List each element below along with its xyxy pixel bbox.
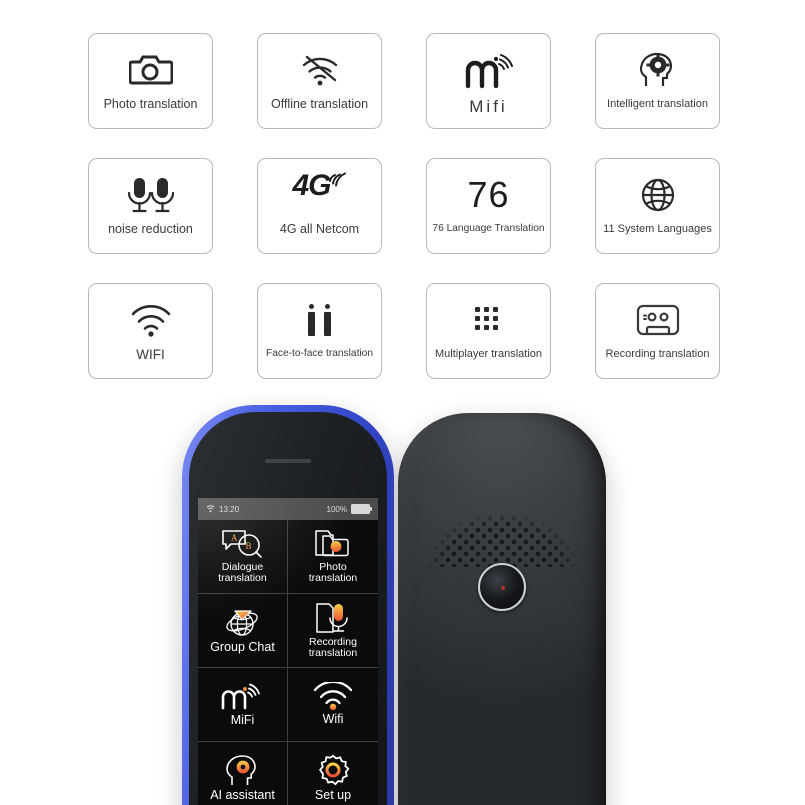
device-back-view [398, 413, 606, 805]
feature-label: Photo translation [103, 97, 198, 111]
app-mifi[interactable]: MiFi [198, 668, 288, 742]
feature-label: 76 Language Translation [432, 223, 545, 234]
cassette-icon [596, 296, 719, 344]
app-wifi[interactable]: Wifi [288, 668, 378, 742]
globe-icon [596, 171, 719, 219]
wifi-icon [313, 682, 353, 711]
feature-card-photo-translation[interactable]: Photo translation [88, 33, 213, 129]
feature-card-mifi[interactable]: Mifi [426, 33, 551, 129]
app-label: Group Chat [210, 640, 275, 655]
person-icon [308, 304, 315, 336]
feature-card-noise-reduction[interactable]: noise reduction [88, 158, 213, 254]
wifi-icon [89, 296, 212, 344]
app-label: Wifi [322, 712, 344, 727]
feature-card-wifi[interactable]: WIFI [88, 283, 213, 379]
app-label: Set up [314, 788, 352, 803]
feature-label: Intelligent translation [607, 98, 708, 110]
app-label: Dialogue translation [218, 560, 267, 584]
feature-card-intelligent-translation[interactable]: Intelligent translation [595, 33, 720, 129]
feature-card-face-to-face[interactable]: Face-to-face translation [257, 283, 382, 379]
ai-head-gear-icon [225, 755, 256, 786]
device-screen[interactable]: 13:20 100% A B Dialogue translation Phot… [198, 498, 378, 805]
app-label: MiFi [230, 713, 255, 728]
feature-card-76-languages[interactable]: 76 76 Language Translation [426, 158, 551, 254]
camera-icon [89, 46, 212, 94]
4g-signal-icon: 4G [258, 171, 381, 219]
two-people-icon [258, 296, 381, 344]
photo-translate-icon [315, 529, 349, 556]
person-icon [324, 304, 331, 336]
settings-gear-icon [319, 755, 350, 786]
svg-text:A: A [231, 533, 238, 543]
app-grid: A B Dialogue translation Photo translati… [198, 520, 378, 805]
app-label: Photo translation [308, 560, 358, 584]
feature-label: noise reduction [108, 222, 193, 236]
feature-label: Recording translation [605, 348, 710, 360]
feature-card-4g-netcom[interactable]: 4G 4G all Netcom [257, 158, 382, 254]
app-photo-translation[interactable]: Photo translation [288, 520, 378, 594]
camera-lens-icon [478, 563, 526, 611]
app-set-up[interactable]: Set up [288, 742, 378, 805]
globe-chat-icon [225, 610, 258, 636]
feature-label: WIFI [136, 347, 165, 362]
4g-text: 4G [292, 169, 331, 202]
feature-label: Face-to-face translation [265, 348, 374, 359]
svg-text:B: B [245, 541, 251, 551]
mifi-icon [221, 683, 260, 710]
recording-mic-icon [316, 602, 348, 633]
signal-waves-icon [328, 172, 346, 187]
status-time: 13:20 [219, 504, 240, 514]
feature-card-offline-translation[interactable]: Offline translation [257, 33, 382, 129]
feature-label: 4G all Netcom [279, 222, 360, 236]
device-illustration: 13:20 100% A B Dialogue translation Phot… [0, 395, 805, 805]
dot-grid-icon [427, 296, 550, 344]
status-bar: 13:20 100% [198, 498, 378, 520]
wifi-icon [206, 505, 215, 513]
speaker-grille-icon [427, 491, 577, 567]
app-ai-assistant[interactable]: AI assistant [198, 742, 288, 805]
dialogue-bubbles-icon: A B [221, 529, 262, 558]
app-label: AI assistant [210, 788, 275, 803]
feature-card-recording-translation[interactable]: Recording translation [595, 283, 720, 379]
battery-full-icon [351, 504, 372, 514]
feature-label: Mifi [469, 97, 508, 116]
feature-label: Offline translation [270, 97, 369, 111]
feature-label: 11 System Languages [603, 223, 712, 235]
mifi-icon [427, 46, 550, 94]
earpiece-speaker [265, 459, 311, 463]
feature-card-multiplayer[interactable]: Multiplayer translation [426, 283, 551, 379]
app-recording-translation[interactable]: Recording translation [288, 594, 378, 668]
wifi-off-icon [258, 46, 381, 94]
app-label: Recording translation [308, 635, 358, 659]
feature-card-11-system-languages[interactable]: 11 System Languages [595, 158, 720, 254]
device-body: 13:20 100% A B Dialogue translation Phot… [189, 412, 387, 805]
feature-label: Multiplayer translation [435, 348, 542, 360]
head-gear-icon [596, 46, 719, 94]
number-76-icon: 76 [427, 171, 550, 219]
device-front-view: 13:20 100% A B Dialogue translation Phot… [182, 405, 394, 805]
dual-microphone-icon [89, 171, 212, 219]
app-dialogue-translation[interactable]: A B Dialogue translation [198, 520, 288, 594]
app-group-chat[interactable]: Group Chat [198, 594, 288, 668]
feature-grid: Photo translation Offline translation Mi… [88, 33, 721, 379]
battery-percent: 100% [326, 504, 347, 514]
big-number: 76 [467, 174, 510, 215]
